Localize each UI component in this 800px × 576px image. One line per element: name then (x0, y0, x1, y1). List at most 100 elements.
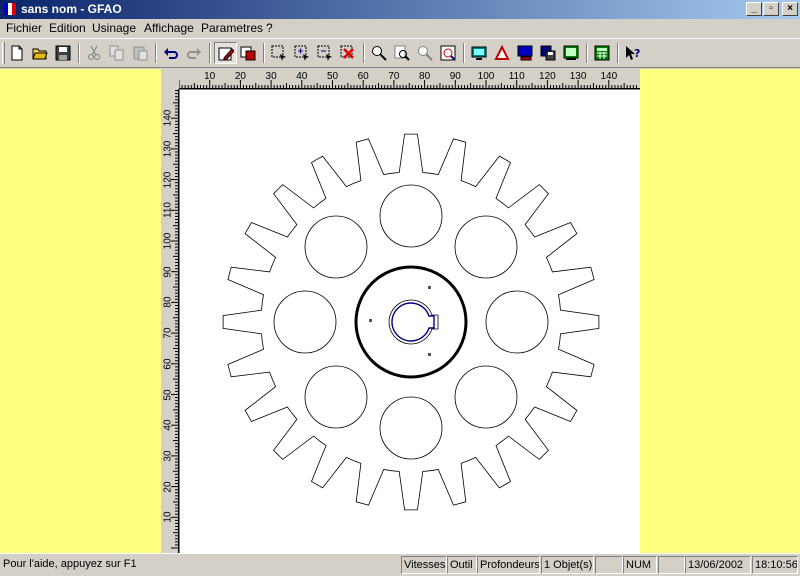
select-icon (271, 45, 286, 61)
status-empty-pane (595, 556, 623, 574)
status-message: Pour l'aide, appuyez sur F1 (3, 558, 137, 570)
horizontal-ruler: 10 20 30 40 50 60 70 80 90 100 110 120 130 140 (161, 69, 640, 89)
selection-handle[interactable] (428, 286, 431, 289)
gear-outline[interactable] (222, 133, 600, 511)
status-empty-pane (658, 556, 685, 574)
select-button[interactable] (268, 42, 291, 64)
simulation-button[interactable] (560, 42, 583, 64)
ruler-label: 10 (162, 511, 174, 523)
ruler-label: 50 (162, 388, 174, 401)
ruler-label: 20 (234, 71, 246, 82)
restore-button[interactable]: ▫ (763, 2, 779, 16)
copy-button[interactable] (106, 42, 129, 64)
menu-fichier[interactable]: Fichier (6, 21, 42, 35)
ruler-label: 80 (419, 71, 431, 82)
toolbar-separator (363, 43, 365, 63)
zoom-button[interactable] (368, 42, 391, 64)
lightening-hole[interactable] (379, 184, 443, 248)
zoom-pan-icon (418, 46, 433, 61)
cut-button[interactable] (83, 42, 106, 64)
minimize-button[interactable]: _ (746, 2, 762, 16)
display-button[interactable] (468, 42, 491, 64)
select-add-button[interactable] (291, 42, 314, 64)
select-add-icon (294, 45, 309, 61)
select-remove-icon (317, 45, 332, 61)
ruler-label: 110 (508, 71, 525, 82)
monitor-button[interactable] (514, 42, 537, 64)
vertical-ruler: 140 130 120 110 100 90 80 70 60 50 40 30 20 10 (161, 69, 179, 553)
ruler-corner (161, 69, 179, 89)
copy-icon (109, 45, 124, 61)
title-bar: sans nom - GFAO _ ▫ × (0, 0, 800, 19)
status-profondeurs: Profondeurs (477, 556, 540, 574)
zoom-all-icon (440, 45, 456, 61)
zoom-window-button[interactable] (391, 42, 414, 64)
toolbar-separator (617, 43, 619, 63)
toolbar-grip[interactable] (2, 42, 5, 64)
status-bar: Pour l'aide, appuyez sur F1 Vitesses Out… (0, 553, 800, 576)
lightening-hole[interactable] (454, 365, 518, 429)
disk-button[interactable] (537, 42, 560, 64)
toolbar-separator (78, 43, 80, 63)
paste-button[interactable] (129, 42, 152, 64)
lightening-hole[interactable] (304, 215, 368, 279)
open-folder-icon (32, 48, 48, 60)
lightening-hole[interactable] (304, 365, 368, 429)
redo-button[interactable] (183, 42, 206, 64)
menu-edition[interactable]: Edition (49, 21, 86, 35)
draw-button[interactable] (214, 42, 237, 64)
ruler-label: 60 (357, 71, 369, 82)
open-button[interactable] (29, 42, 52, 64)
menu-affichage[interactable]: Affichage (144, 21, 194, 35)
selected-circle[interactable] (354, 265, 468, 379)
drawing-canvas[interactable] (179, 89, 640, 553)
tool-icon (494, 45, 510, 60)
tool-button[interactable] (491, 42, 514, 64)
ruler-label: 100 (477, 71, 495, 82)
status-date: 13/06/2002 (685, 556, 751, 574)
delete-button[interactable] (337, 42, 360, 64)
status-vitesses: Vitesses (401, 556, 447, 574)
ruler-label: 60 (162, 358, 174, 370)
menu-parametres[interactable]: Parametres (201, 21, 263, 35)
lightening-hole[interactable] (379, 396, 443, 460)
new-file-button[interactable] (6, 42, 29, 64)
ruler-label: 110 (162, 202, 174, 219)
toolbar-separator (263, 43, 265, 63)
toolbar-separator (209, 43, 211, 63)
zoom-pan-button[interactable] (414, 42, 437, 64)
ruler-label: 10 (204, 71, 216, 82)
calculator-icon (594, 45, 610, 61)
disk-icon (540, 45, 556, 61)
ruler-label: 40 (296, 71, 308, 82)
selection-handle[interactable] (428, 353, 431, 356)
save-button[interactable] (52, 42, 75, 64)
fill-button[interactable] (237, 42, 260, 64)
select-remove-button[interactable] (314, 42, 337, 64)
menu-usinage[interactable]: Usinage (92, 21, 136, 35)
ruler-label: 130 (569, 71, 587, 82)
close-button[interactable]: × (782, 2, 798, 16)
cut-icon (88, 45, 100, 60)
undo-icon (164, 48, 178, 59)
selection-handle[interactable] (369, 319, 372, 322)
redo-icon (187, 48, 201, 59)
drawing-svg (222, 133, 600, 511)
undo-button[interactable] (160, 42, 183, 64)
keyway-bore[interactable] (388, 299, 439, 345)
menu-help[interactable]: ? (266, 21, 273, 35)
ruler-label: 120 (539, 71, 556, 82)
keyway-bore-selection[interactable] (391, 302, 435, 342)
ruler-label: 50 (326, 71, 339, 82)
toolbar-separator (586, 43, 588, 63)
lightening-hole[interactable] (454, 215, 518, 279)
monitor-icon (517, 45, 533, 61)
svg-text:?: ? (634, 47, 640, 60)
ruler-label: 70 (388, 71, 400, 82)
ruler-label: 120 (162, 171, 174, 188)
zoom-all-button[interactable] (437, 42, 460, 64)
calculator-button[interactable] (591, 42, 614, 64)
context-help-button[interactable]: ? (622, 42, 645, 64)
lightening-hole[interactable] (273, 290, 337, 354)
lightening-hole[interactable] (485, 290, 549, 354)
